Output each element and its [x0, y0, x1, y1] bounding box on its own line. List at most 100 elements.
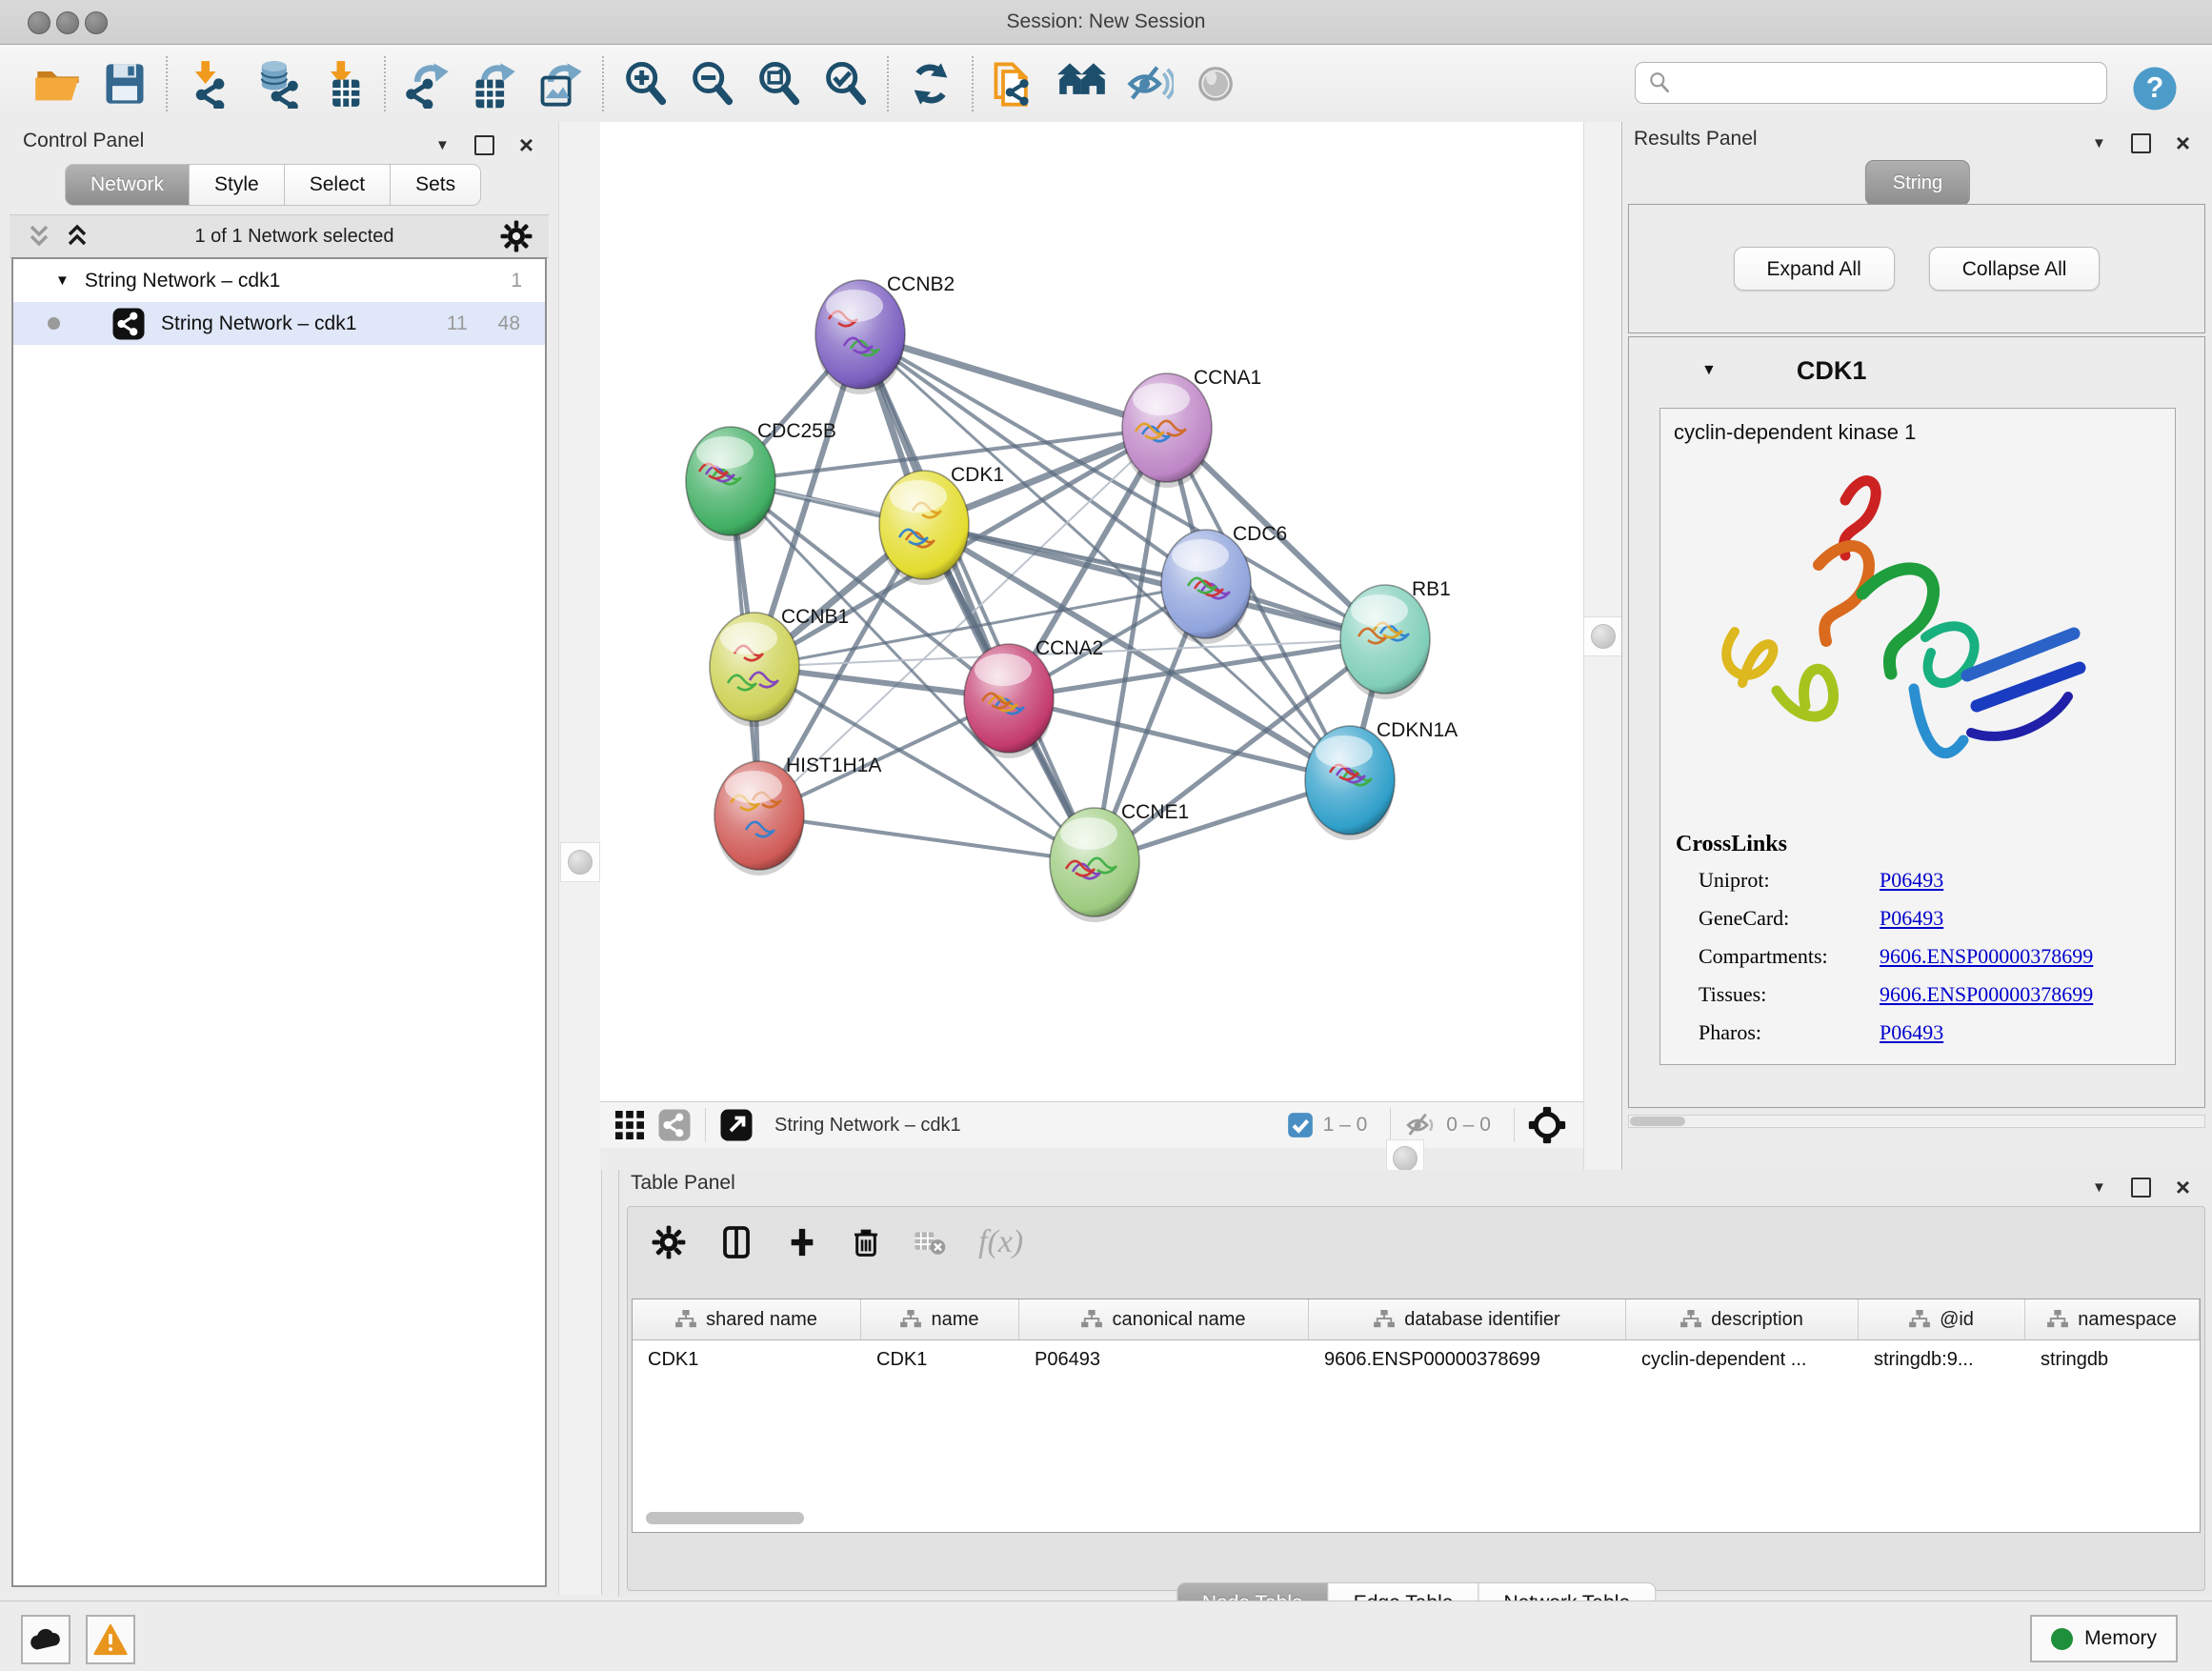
- tab-style[interactable]: Style: [190, 164, 285, 206]
- crosslink-label: Uniprot:: [1699, 868, 1880, 893]
- memory-button[interactable]: Memory: [2030, 1615, 2178, 1662]
- warnings-button[interactable]: [86, 1615, 135, 1664]
- crosslink-value[interactable]: P06493: [1880, 1020, 1943, 1045]
- left-splitter[interactable]: [558, 122, 602, 1595]
- network-node-HIST1H1A[interactable]: HIST1H1A: [714, 755, 881, 876]
- network-tree-row-selected[interactable]: String Network – cdk1 11 48: [13, 302, 545, 345]
- right-splitter-handle[interactable]: [1583, 616, 1623, 656]
- zoom-in-tool-icon[interactable]: [613, 53, 679, 114]
- collapse-all-icon[interactable]: [27, 224, 51, 249]
- network-node-CCNA2[interactable]: CCNA2: [964, 637, 1103, 758]
- delete-column-icon[interactable]: [851, 1224, 881, 1260]
- node-label-CDKN1A: CDKN1A: [1377, 719, 1458, 741]
- share-view-icon[interactable]: [657, 1108, 692, 1142]
- search-input[interactable]: [1672, 71, 2106, 95]
- function-builder-icon: f(x): [978, 1224, 1023, 1260]
- network-canvas[interactable]: CCNB2CCNA1CDC25BCDK1CDC6RB1CCNB1CCNA2CDK…: [600, 122, 1583, 1101]
- node-table[interactable]: shared namenamecanonical namedatabase id…: [632, 1299, 2201, 1533]
- crosslink-value[interactable]: P06493: [1880, 868, 1943, 893]
- control-panel-collapse-icon[interactable]: ▼: [435, 137, 450, 153]
- search-box[interactable]: [1635, 62, 2107, 104]
- cloud-button[interactable]: [21, 1615, 70, 1664]
- table-cell: CDK1: [633, 1340, 861, 1379]
- help-button[interactable]: ?: [2128, 58, 2182, 119]
- zoom-out-tool-icon[interactable]: [679, 53, 746, 114]
- crosslink-row: Compartments:9606.ENSP00000378699: [1660, 937, 2175, 976]
- table-row[interactable]: CDK1CDK1P064939606.ENSP00000378699cyclin…: [633, 1340, 2200, 1379]
- show-columns-icon[interactable]: [719, 1224, 754, 1260]
- export-network-icon[interactable]: [394, 53, 461, 114]
- table-container: f(x) shared namenamecanonical namedataba…: [627, 1206, 2205, 1591]
- column-header-name[interactable]: name: [861, 1299, 1019, 1339]
- network-node-RB1[interactable]: RB1: [1340, 578, 1451, 699]
- tree-expander-icon[interactable]: ▼: [55, 272, 70, 289]
- expand-all-button[interactable]: Expand All: [1734, 247, 1895, 291]
- add-column-icon[interactable]: [786, 1224, 818, 1260]
- network-selection-status: 1 of 1 Network selected: [90, 226, 499, 248]
- column-header-namespace[interactable]: namespace: [2025, 1299, 2200, 1339]
- table-cell: 9606.ENSP00000378699: [1309, 1340, 1626, 1379]
- results-panel: Results Panel ▼ × String Expand All Coll…: [1621, 122, 2212, 1170]
- gene-expander-icon[interactable]: ▼: [1701, 362, 1717, 379]
- network-label: String Network – cdk1: [161, 312, 356, 335]
- column-header-@id[interactable]: @id: [1859, 1299, 2025, 1339]
- table-panel-collapse-icon[interactable]: ▼: [2092, 1179, 2106, 1196]
- zoom-fit-tool-icon[interactable]: [746, 53, 813, 114]
- tab-string[interactable]: String: [1865, 160, 1970, 206]
- crosslink-value[interactable]: P06493: [1880, 906, 1943, 931]
- table-cell: P06493: [1019, 1340, 1309, 1379]
- network-node-CCNE1[interactable]: CCNE1: [1050, 801, 1189, 922]
- control-panel-close-icon[interactable]: ×: [519, 137, 533, 153]
- hide-glasses-icon[interactable]: [1116, 53, 1182, 114]
- right-splitter[interactable]: [1583, 122, 1623, 1170]
- crosslink-value[interactable]: 9606.ENSP00000378699: [1880, 944, 2093, 969]
- left-splitter-handle[interactable]: [560, 842, 600, 882]
- column-header-database-identifier[interactable]: database identifier: [1309, 1299, 1626, 1339]
- tab-select[interactable]: Select: [285, 164, 391, 206]
- horizontal-splitter[interactable]: [600, 1148, 1583, 1170]
- grid-view-icon[interactable]: [615, 1111, 644, 1139]
- current-network-dot-icon: [48, 317, 60, 330]
- results-panel-collapse-icon[interactable]: ▼: [2092, 135, 2106, 151]
- import-network-icon[interactable]: [176, 53, 243, 114]
- string-homes-icon[interactable]: [1049, 53, 1116, 114]
- table-panel-close-icon[interactable]: ×: [2176, 1179, 2190, 1196]
- birdseye-icon[interactable]: [1528, 1106, 1566, 1144]
- detach-view-icon[interactable]: [719, 1108, 754, 1142]
- column-header-canonical-name[interactable]: canonical name: [1019, 1299, 1309, 1339]
- network-node-CDKN1A[interactable]: CDKN1A: [1305, 719, 1458, 840]
- control-panel-float-icon[interactable]: [474, 135, 494, 155]
- network-tree-root-row[interactable]: ▼ String Network – cdk1 1: [13, 259, 545, 302]
- table-hscroll-thumb[interactable]: [646, 1512, 804, 1524]
- table-cell: CDK1: [861, 1340, 1019, 1379]
- crosslink-row: Tissues:9606.ENSP00000378699: [1660, 976, 2175, 1014]
- gray-sphere-icon[interactable]: [1182, 53, 1249, 114]
- gear-icon[interactable]: [499, 219, 533, 253]
- collapse-all-button[interactable]: Collapse All: [1929, 247, 2101, 291]
- crosslink-value[interactable]: 9606.ENSP00000378699: [1880, 982, 2093, 1007]
- tab-sets[interactable]: Sets: [391, 164, 481, 206]
- import-database-icon[interactable]: [243, 53, 310, 114]
- results-panel-float-icon[interactable]: [2131, 133, 2151, 153]
- results-panel-close-icon[interactable]: ×: [2176, 135, 2190, 151]
- network-node-CDK1[interactable]: CDK1: [879, 464, 1004, 585]
- import-table-icon[interactable]: [310, 53, 376, 114]
- open-folder-icon[interactable]: [25, 53, 91, 114]
- export-table-icon[interactable]: [461, 53, 528, 114]
- network-node-CCNA1[interactable]: CCNA1: [1122, 367, 1261, 488]
- hidden-eye-icon[interactable]: [1404, 1109, 1437, 1141]
- results-scrollbar[interactable]: [1628, 1115, 2205, 1128]
- tab-network[interactable]: Network: [65, 164, 190, 206]
- refresh-icon[interactable]: [897, 53, 964, 114]
- save-icon[interactable]: [91, 53, 158, 114]
- column-header-shared-name[interactable]: shared name: [633, 1299, 861, 1339]
- string-document-icon[interactable]: [982, 53, 1049, 114]
- zoom-selected-tool-icon[interactable]: [813, 53, 879, 114]
- table-panel-float-icon[interactable]: [2131, 1178, 2151, 1198]
- column-header-description[interactable]: description: [1626, 1299, 1859, 1339]
- table-gear-icon[interactable]: [651, 1224, 687, 1260]
- selected-checkbox-icon[interactable]: [1287, 1112, 1314, 1138]
- results-panel-title: Results Panel: [1634, 128, 1758, 162]
- expand-all-icon[interactable]: [65, 224, 90, 249]
- export-image-icon[interactable]: [528, 53, 594, 114]
